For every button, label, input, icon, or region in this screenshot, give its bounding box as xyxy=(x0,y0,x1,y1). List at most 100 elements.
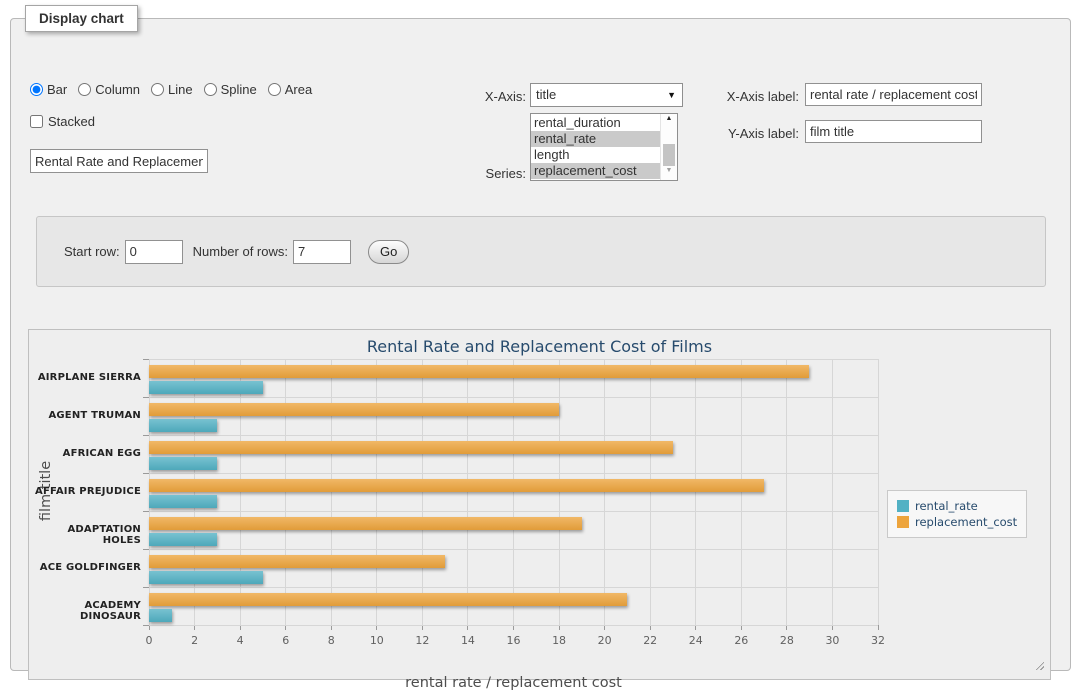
scroll-down-icon[interactable]: ▼ xyxy=(661,167,677,179)
bar-rental_rate xyxy=(149,457,217,470)
row-range-panel: Start row: Number of rows: Go xyxy=(36,216,1046,287)
x-tick-label: 12 xyxy=(402,634,442,647)
resize-handle-icon[interactable] xyxy=(1033,659,1044,670)
x-axis-tick xyxy=(240,625,241,630)
x-axis-tick xyxy=(285,625,286,630)
bar-replacement_cost xyxy=(149,593,627,606)
x-axis-label-caption: X-Axis label: xyxy=(666,89,799,104)
x-tick-label: 22 xyxy=(630,634,670,647)
chart-panel: Rental Rate and Replacement Cost of Film… xyxy=(28,329,1051,680)
num-rows-caption: Number of rows: xyxy=(193,244,288,259)
series-scrollbar[interactable]: ▲ ▼ xyxy=(660,114,677,180)
x-tick-label: 2 xyxy=(175,634,215,647)
legend-label: rental_rate xyxy=(915,499,978,513)
x-axis-tick xyxy=(832,625,833,630)
x-axis-select[interactable]: title ▼ xyxy=(530,83,683,107)
legend-swatch xyxy=(897,500,909,512)
go-button[interactable]: Go xyxy=(368,240,409,264)
chart-type-radio-bar[interactable] xyxy=(30,83,43,96)
gridline-vertical xyxy=(149,359,150,625)
x-axis-tick xyxy=(559,625,560,630)
x-axis-caption: X-Axis: xyxy=(426,89,526,104)
x-axis-tick xyxy=(604,625,605,630)
bar-rental_rate xyxy=(149,495,217,508)
series-option-rental_rate[interactable]: rental_rate xyxy=(531,131,660,147)
chart-type-label: Line xyxy=(168,82,193,97)
series-option-replacement_cost[interactable]: replacement_cost xyxy=(531,163,660,179)
x-tick-label: 0 xyxy=(129,634,169,647)
start-row-caption: Start row: xyxy=(64,244,120,259)
x-tick-label: 16 xyxy=(494,634,534,647)
gridline-horizontal xyxy=(149,473,878,474)
x-tick-label: 28 xyxy=(767,634,807,647)
gridline-vertical xyxy=(559,359,560,625)
gridline-vertical xyxy=(240,359,241,625)
category-label: AGENT TRUMAN xyxy=(29,410,141,421)
gridline-vertical xyxy=(285,359,286,625)
category-label: AFFAIR PREJUDICE xyxy=(29,486,141,497)
y-axis-tick xyxy=(143,587,149,588)
chart-type-label: Column xyxy=(95,82,140,97)
x-axis-tick xyxy=(467,625,468,630)
y-axis-tick xyxy=(143,435,149,436)
x-axis-tick xyxy=(513,625,514,630)
chart-type-option-spline[interactable]: Spline xyxy=(204,82,257,97)
num-rows-input[interactable] xyxy=(293,240,351,264)
chart-type-option-area[interactable]: Area xyxy=(268,82,312,97)
bar-replacement_cost xyxy=(149,555,445,568)
y-axis-tick xyxy=(143,397,149,398)
chart-type-radio-area[interactable] xyxy=(268,83,281,96)
scrollbar-thumb[interactable] xyxy=(663,144,675,166)
gridline-vertical xyxy=(194,359,195,625)
start-row-input[interactable] xyxy=(125,240,183,264)
series-options: rental_durationrental_ratelengthreplacem… xyxy=(531,114,660,180)
x-axis-tick xyxy=(741,625,742,630)
series-multiselect[interactable]: rental_durationrental_ratelengthreplacem… xyxy=(530,113,678,181)
stacked-option[interactable]: Stacked xyxy=(30,114,95,129)
y-axis-tick xyxy=(143,511,149,512)
gridline-vertical xyxy=(741,359,742,625)
x-tick-label: 6 xyxy=(266,634,306,647)
legend-item-replacement_cost[interactable]: replacement_cost xyxy=(897,515,1017,529)
x-tick-label: 30 xyxy=(812,634,852,647)
chart-type-option-line[interactable]: Line xyxy=(151,82,193,97)
series-option-rental_duration[interactable]: rental_duration xyxy=(531,115,660,131)
chart-type-radio-column[interactable] xyxy=(78,83,91,96)
chart-type-label: Bar xyxy=(47,82,67,97)
gridline-horizontal xyxy=(149,359,878,360)
x-axis-tick xyxy=(878,625,879,630)
x-tick-label: 14 xyxy=(448,634,488,647)
display-chart-fieldset: Display chart Bar Column Line Spline Area St… xyxy=(10,5,1071,671)
chart-type-radio-spline[interactable] xyxy=(204,83,217,96)
x-axis-tick xyxy=(650,625,651,630)
series-option-length[interactable]: length xyxy=(531,147,660,163)
x-axis-tick xyxy=(422,625,423,630)
x-tick-label: 32 xyxy=(858,634,898,647)
gridline-vertical xyxy=(695,359,696,625)
chart-title-input[interactable] xyxy=(30,149,208,173)
bar-replacement_cost xyxy=(149,403,559,416)
legend-swatch xyxy=(897,516,909,528)
y-axis-tick xyxy=(143,359,149,360)
x-tick-label: 4 xyxy=(220,634,260,647)
chart-title: Rental Rate and Replacement Cost of Film… xyxy=(29,337,1050,356)
gridline-vertical xyxy=(878,359,879,625)
chart-type-label: Area xyxy=(285,82,312,97)
gridline-vertical xyxy=(786,359,787,625)
x-axis-label-input[interactable] xyxy=(805,83,982,106)
plot-area xyxy=(149,359,878,625)
x-axis-tick xyxy=(149,625,150,630)
gridline-vertical xyxy=(467,359,468,625)
category-label: ACADEMY DINOSAUR xyxy=(29,600,141,622)
legend-item-rental_rate[interactable]: rental_rate xyxy=(897,499,1017,513)
x-tick-label: 10 xyxy=(357,634,397,647)
chart-type-radio-line[interactable] xyxy=(151,83,164,96)
chart-type-option-column[interactable]: Column xyxy=(78,82,140,97)
stacked-checkbox[interactable] xyxy=(30,115,43,128)
gridline-horizontal xyxy=(149,435,878,436)
gridline-horizontal xyxy=(149,549,878,550)
chart-type-option-bar[interactable]: Bar xyxy=(30,82,67,97)
y-axis-label-input[interactable] xyxy=(805,120,982,143)
fieldset-title: Display chart xyxy=(25,5,138,32)
x-tick-label: 18 xyxy=(539,634,579,647)
